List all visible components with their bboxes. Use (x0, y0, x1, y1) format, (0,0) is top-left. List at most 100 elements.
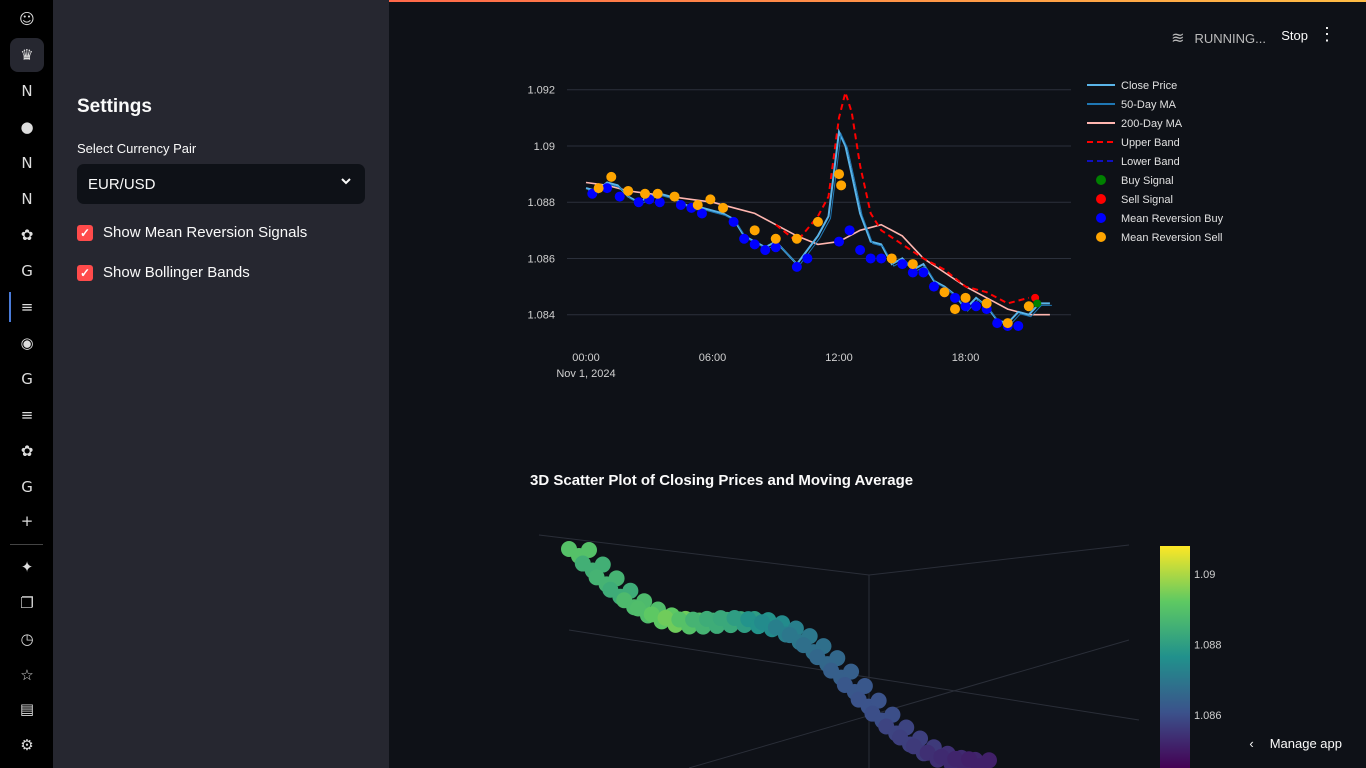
notion-icon[interactable]: N (10, 74, 44, 108)
price-chart[interactable]: 1.084 1.086 1.088 1.09 1.092 00:00 06:00 12:00 1… (389, 60, 1366, 400)
reddit-icon[interactable]: ● (10, 110, 44, 144)
mean-reversion-buy-point (675, 200, 686, 210)
mean-reversion-sell-point (791, 233, 802, 244)
mean-reversion-sell-point (652, 188, 663, 199)
main-menu-button[interactable]: ⋮ (1318, 24, 1336, 45)
google-icon[interactable]: G (10, 470, 44, 504)
history-icon[interactable]: ◷ (10, 622, 44, 656)
legend-swatch (1096, 213, 1106, 223)
google-icon[interactable]: G (10, 362, 44, 396)
mean-reversion-label: Show Mean Reversion Signals (103, 224, 308, 241)
mean-reversion-sell-point (623, 185, 634, 196)
mean-reversion-buy-point (876, 253, 887, 264)
scatter-point (981, 752, 997, 768)
openai-icon[interactable]: ✿ (10, 434, 44, 468)
y-tick-label: 1.09 (534, 141, 555, 153)
settings-icon[interactable]: ⚙ (10, 728, 44, 762)
legend-label: Upper Band (1121, 137, 1180, 149)
notion-icon[interactable]: N (10, 146, 44, 180)
mean-reversion-sell-point (834, 169, 845, 180)
star-icon[interactable]: ☆ (10, 658, 44, 692)
colorbar (1160, 546, 1190, 768)
main-area: ≋ RUNNING... Stop ⋮ 1.084 1.086 1.088 1.09 1… (389, 0, 1366, 768)
x-date-label: Nov 1, 2024 (556, 368, 615, 380)
mean-reversion-sell-point (640, 188, 651, 199)
mean-reversion-sell-point (749, 225, 760, 236)
smiley-icon[interactable]: ☺ (10, 2, 44, 36)
mean-reversion-sell-point (950, 304, 961, 315)
mean-reversion-buy-point (834, 236, 845, 247)
scatter-point (856, 678, 873, 695)
checkbox-checked-icon: ✓ (77, 264, 93, 281)
mean-reversion-sell-point (812, 216, 823, 227)
mean-reversion-sell-point (981, 298, 992, 309)
mean-reversion-buy-point (728, 216, 739, 227)
manage-app-button[interactable]: ‹ Manage app (1249, 736, 1342, 751)
mean-reversion-sell-point (669, 191, 680, 202)
legend-label: Lower Band (1121, 156, 1180, 168)
sparkle-icon[interactable]: ✦ (10, 550, 44, 584)
running-status: ≋ RUNNING... (1171, 28, 1266, 48)
x-tick-label: 06:00 (699, 352, 727, 364)
mean-reversion-sell-point (907, 259, 918, 270)
mean-reversion-sell-point (1002, 318, 1013, 329)
colorbar-tick-label: 1.09 (1194, 569, 1215, 581)
crown-icon[interactable]: ♛ (10, 38, 44, 72)
mean-reversion-buy-point (760, 245, 771, 255)
buy-signal-point (1033, 299, 1042, 308)
mean-reversion-buy-point (614, 191, 625, 202)
mean-reversion-buy-point (928, 281, 939, 292)
mean-reversion-sell-point (692, 200, 703, 210)
legend-swatch (1096, 175, 1106, 185)
mean-reversion-buy-point (633, 197, 644, 208)
stackoverflow-icon[interactable]: ≡ (10, 398, 44, 432)
x-tick-label: 12:00 (825, 352, 853, 364)
mean-reversion-buy-point (844, 225, 855, 236)
upper-band-line (775, 88, 1030, 305)
mean-reversion-buy-point (654, 197, 665, 208)
currency-pair-value: EUR/USD (88, 175, 156, 193)
chevron-down-icon (339, 174, 353, 191)
mean-reversion-checkbox[interactable]: ✓ Show Mean Reversion Signals (77, 224, 307, 241)
mean-reversion-buy-point (802, 253, 813, 264)
mean-reversion-buy-point (865, 253, 876, 264)
archive-icon[interactable]: ▤ (10, 692, 44, 726)
legend-swatch (1096, 232, 1106, 242)
stop-button[interactable]: Stop (1281, 28, 1308, 43)
google-icon[interactable]: G (10, 254, 44, 288)
mean-reversion-sell-point (960, 292, 971, 303)
mean-reversion-buy-point (1013, 320, 1024, 331)
y-tick-label: 1.088 (527, 197, 555, 209)
notion-icon[interactable]: N (10, 182, 44, 216)
mean-reversion-buy-point (971, 301, 982, 312)
mean-reversion-sell-point (770, 233, 781, 244)
chevron-left-icon: ‹ (1249, 736, 1254, 751)
mean-reversion-sell-point (606, 171, 617, 182)
mean-reversion-sell-point (939, 287, 950, 298)
sidebar-title: Settings (77, 96, 152, 117)
mean-reversion-buy-point (897, 259, 908, 270)
openai-icon[interactable]: ✿ (10, 218, 44, 252)
tabs-icon[interactable]: ❐ (10, 586, 44, 620)
colorbar-tick-label: 1.088 (1194, 640, 1222, 652)
colorbar-tick-label: 1.086 (1194, 710, 1222, 722)
mean-reversion-buy-point (749, 239, 760, 250)
legend-label: 200-Day MA (1121, 118, 1183, 130)
plus-icon[interactable]: + (10, 504, 44, 538)
running-label: RUNNING... (1194, 30, 1267, 46)
checkbox-checked-icon: ✓ (77, 224, 93, 241)
scatter-3d-chart[interactable]: 1.086 1.088 1.09 (389, 530, 1366, 768)
mean-reversion-sell-point (705, 194, 716, 205)
github-icon[interactable]: ◉ (10, 326, 44, 360)
y-tick-label: 1.084 (527, 310, 555, 322)
currency-pair-select[interactable]: EUR/USD (77, 164, 365, 204)
stackoverflow-icon[interactable]: ≡ (10, 290, 44, 324)
scatter-heading: 3D Scatter Plot of Closing Prices and Mo… (530, 472, 914, 489)
legend-label: Close Price (1121, 80, 1177, 92)
currency-pair-label: Select Currency Pair (77, 141, 197, 156)
manage-app-label: Manage app (1269, 736, 1342, 751)
bollinger-checkbox[interactable]: ✓ Show Bollinger Bands (77, 264, 250, 281)
mean-reversion-buy-point (950, 292, 961, 303)
active-tab-marker (9, 292, 11, 322)
swimmer-icon: ≋ (1171, 30, 1185, 47)
